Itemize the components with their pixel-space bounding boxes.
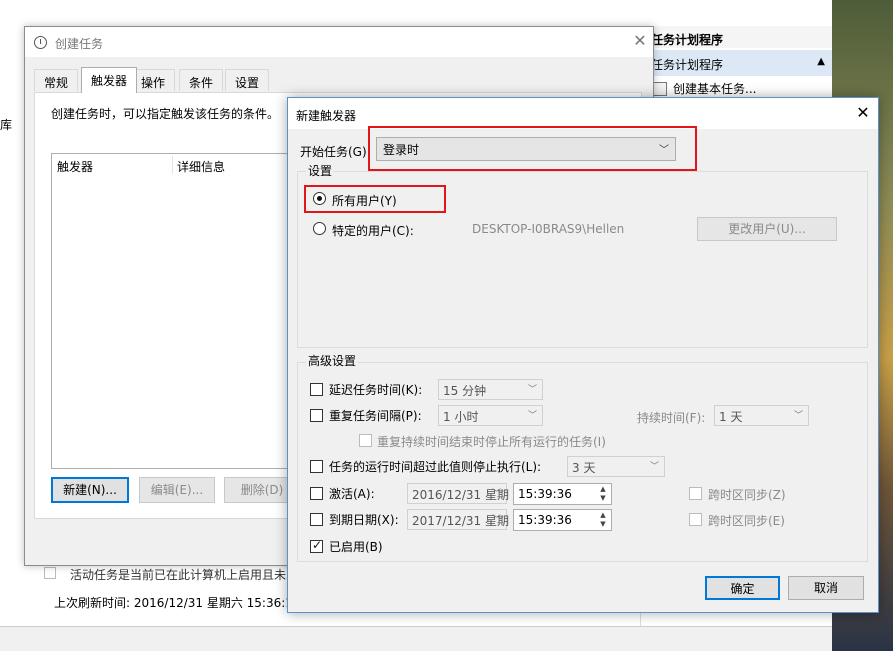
chevron-down-icon: ﹀ [793,411,803,421]
expire-date-picker[interactable]: 2017/12/31 星期 ﹀ [407,509,509,530]
chevron-down-icon: ﹀ [527,385,537,395]
sync-tz-label-1[interactable]: 跨时区同步(Z) [708,486,786,503]
activate-date-picker[interactable]: 2016/12/31 星期 ﹀ [407,483,509,504]
stop-long-checkbox[interactable] [310,460,323,473]
sync-tz-label-2[interactable]: 跨时区同步(E) [708,512,785,529]
tab-label: 操作 [141,76,166,90]
left-tree-panel: 库 [0,26,24,626]
delay-label[interactable]: 延迟任务时间(K): [329,381,422,398]
edit-trigger-label: 编辑(E)... [150,483,204,497]
tab-label: 设置 [235,76,260,90]
cancel-label: 取消 [813,581,838,595]
new-trigger-label: 新建(N)... [63,483,117,497]
actions-section-row[interactable]: 任务计划程序 ▲ [641,50,833,76]
expire-checkbox[interactable] [310,513,323,526]
tab-triggers[interactable]: 触发器 [81,67,138,93]
activate-checkbox[interactable] [310,487,323,500]
new-trigger-dialog: 新建触发器 ✕ 开始任务(G) 登录时 ﹀ 所有用户(Y) 特定的用户(C): … [287,97,879,613]
begin-task-label: 开始任务(G) [300,145,367,159]
tab-label: 条件 [189,76,214,90]
actions-header: 任务计划程序 [641,26,833,48]
tree-item-library[interactable]: 库 [0,116,12,133]
spinner-arrows-icon[interactable]: ▲ ▼ [597,485,609,503]
create-basic-task-action[interactable]: 创建基本任务... [649,79,829,99]
user-name-display: DESKTOP-I0BRAS9\Hellen [472,222,625,236]
tab-settings[interactable]: 设置 [225,69,270,91]
ok-label: 确定 [730,582,755,596]
column-divider[interactable] [172,156,173,174]
column-header-details[interactable]: 详细信息 [177,158,225,175]
create-basic-task-label: 创建基本任务... [673,82,757,96]
expire-time: 15:39:36 [518,513,572,527]
tab-label: 触发器 [91,74,128,88]
create-task-titlebar: 创建任务 ✕ [25,27,653,57]
duration-value: 1 天 [719,410,743,424]
settings-heading: 设置 [306,162,335,179]
duration-label: 持续时间(F): [637,411,706,425]
chevron-down-icon: ﹀ [649,462,659,472]
activate-time: 15:39:36 [518,487,572,501]
change-user-label: 更改用户(U)... [728,222,806,236]
collapse-arrow-icon[interactable]: ▲ [817,56,825,67]
close-icon[interactable]: ✕ [854,104,872,122]
activate-label[interactable]: 激活(A): [329,485,375,502]
repeat-value: 1 小时 [443,410,479,424]
delete-trigger-label: 删除(D) [240,483,284,497]
enabled-checkbox[interactable] [310,538,323,553]
new-trigger-button[interactable]: 新建(N)... [51,477,129,503]
stop-long-select[interactable]: 3 天 ﹀ [567,456,665,477]
note-checkbox [44,567,56,579]
stop-long-label[interactable]: 任务的运行时间超过此值则停止执行(L): [329,458,541,475]
repeat-checkbox[interactable] [310,409,323,422]
stop-all-checkbox[interactable] [359,434,372,447]
clock-icon [34,36,47,49]
specific-user-radio[interactable] [313,222,326,235]
task-icon [653,82,667,96]
stop-all-label[interactable]: 重复持续时间结束时停止所有运行的任务(I) [377,433,606,450]
tab-general[interactable]: 常规 [34,69,79,91]
chevron-down-icon: ﹀ [491,515,501,525]
sync-tz-checkbox-2[interactable] [689,513,702,526]
tab-actions[interactable]: 操作 [131,69,176,91]
expire-label[interactable]: 到期日期(X): [329,511,399,528]
delay-select[interactable]: 15 分钟 ﹀ [438,379,543,400]
advanced-settings-group: 延迟任务时间(K): 15 分钟 ﹀ 重复任务间隔(P): 1 小时 ﹀ 持续时间(… [297,362,868,562]
last-refresh-status: 上次刷新时间: 2016/12/31 星期六 15:36:14 [54,596,301,610]
bottom-bar [0,626,832,651]
cancel-button[interactable]: 取消 [788,576,864,600]
close-icon[interactable]: ✕ [631,32,649,50]
enabled-label[interactable]: 已启用(B) [329,538,383,555]
triggers-description: 创建任务时，可以指定触发该任务的条件。 [51,107,280,121]
create-task-title: 创建任务 [55,37,104,51]
sync-tz-checkbox-1[interactable] [689,487,702,500]
highlight-box-begin [368,126,697,171]
repeat-label[interactable]: 重复任务间隔(P): [329,407,422,424]
expire-time-spinner[interactable]: 15:39:36 ▲ ▼ [513,509,612,531]
chevron-down-icon: ﹀ [527,411,537,421]
active-tasks-note: 活动任务是当前已在此计算机上启用且未 [70,568,287,582]
duration-select[interactable]: 1 天 ﹀ [714,405,809,426]
new-trigger-titlebar: 新建触发器 ✕ [288,98,878,129]
ok-button[interactable]: 确定 [705,576,780,600]
new-trigger-title: 新建触发器 [296,109,357,123]
repeat-select[interactable]: 1 小时 ﹀ [438,405,543,426]
settings-group: 所有用户(Y) 特定的用户(C): DESKTOP-I0BRAS9\Hellen… [297,171,868,348]
spinner-arrows-icon[interactable]: ▲ ▼ [597,511,609,529]
advanced-settings-heading: 高级设置 [306,352,359,369]
activate-time-spinner[interactable]: 15:39:36 ▲ ▼ [513,483,612,505]
change-user-button[interactable]: 更改用户(U)... [697,217,837,241]
actions-section-label: 任务计划程序 [651,58,724,72]
highlight-box-all-users [304,185,446,213]
column-header-trigger[interactable]: 触发器 [57,158,93,175]
tab-label: 常规 [44,76,69,90]
actions-header-label: 任务计划程序 [651,33,724,47]
stop-long-value: 3 天 [572,461,596,475]
delay-value: 15 分钟 [443,384,487,398]
delay-checkbox[interactable] [310,383,323,396]
chevron-down-icon: ﹀ [491,489,501,499]
specific-user-label[interactable]: 特定的用户(C): [332,222,414,239]
tab-conditions[interactable]: 条件 [179,69,224,91]
edit-trigger-button[interactable]: 编辑(E)... [139,477,215,503]
